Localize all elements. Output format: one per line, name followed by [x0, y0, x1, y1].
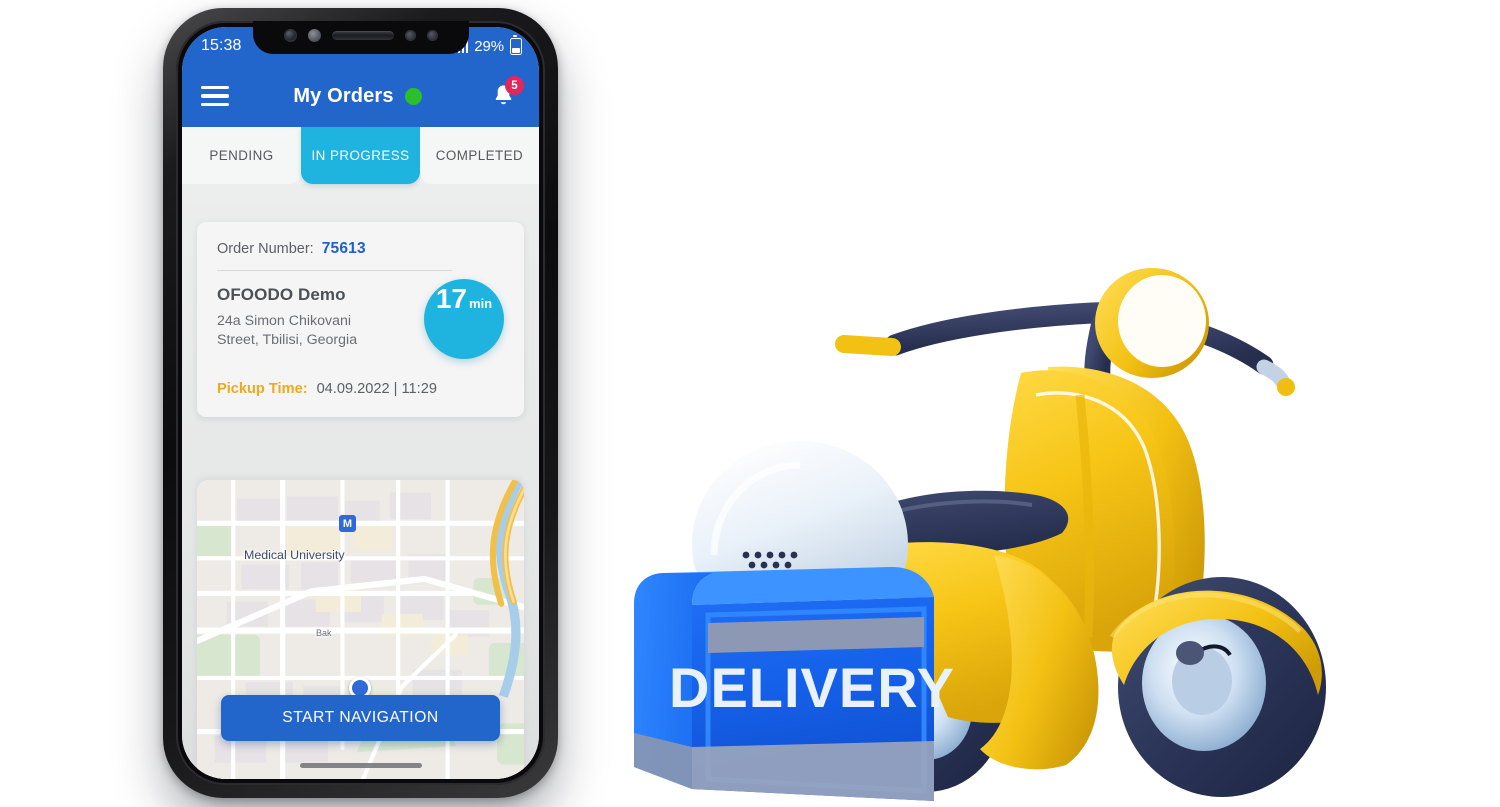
merchant-row: OFOODO Demo 24a Simon Chikovani Street, …	[217, 279, 504, 359]
order-status-tabs: PENDING IN PROGRESS COMPLETED	[182, 127, 539, 184]
eta-badge: 17 min	[424, 279, 504, 359]
delivery-box-text: DELIVERY	[669, 656, 955, 719]
online-status-dot	[404, 87, 422, 105]
pickup-time-value: 04.09.2022 | 11:29	[316, 381, 437, 397]
battery-percent-label: 29%	[474, 37, 504, 55]
proximity-sensor-icon	[404, 30, 416, 41]
home-indicator	[299, 763, 422, 768]
order-card[interactable]: Order Number: 75613 OFOODO Demo 24a Simo…	[197, 222, 524, 417]
order-number-label: Order Number:	[217, 241, 314, 257]
ambient-sensor-icon	[307, 29, 321, 42]
tab-in-progress[interactable]: IN PROGRESS	[301, 127, 420, 184]
phone-notch	[252, 21, 469, 54]
delivery-scooter-illustration: DELIVERY	[596, 255, 1356, 801]
order-number-value: 75613	[321, 240, 366, 257]
earpiece-speaker	[331, 31, 394, 40]
battery-icon	[510, 34, 522, 55]
start-navigation-button[interactable]: START NAVIGATION	[221, 695, 500, 741]
tab-pending[interactable]: PENDING	[182, 127, 301, 184]
ir-sensor-icon	[426, 30, 438, 41]
tab-completed[interactable]: COMPLETED	[420, 127, 539, 184]
page-title: My Orders	[293, 84, 394, 107]
merchant-address: 24a Simon Chikovani Street, Tbilisi, Geo…	[217, 313, 358, 348]
orders-content: Order Number: 75613 OFOODO Demo 24a Simo…	[182, 184, 539, 779]
front-camera-icon	[283, 29, 297, 42]
pickup-time-row: Pickup Time: 04.09.2022 | 11:29	[217, 381, 504, 397]
card-divider	[217, 270, 453, 271]
metro-station-badge[interactable]: M	[339, 515, 356, 532]
eta-unit: min	[469, 296, 493, 311]
scene-root: 15:38 29% My Orders 5 PENDING IN PROGRES…	[0, 0, 1500, 807]
delivery-box: DELIVERY	[634, 567, 955, 801]
delivery-map[interactable]: Bak Medical University Tbilisi Zoo M	[197, 480, 524, 779]
merchant-info: OFOODO Demo 24a Simon Chikovani Street, …	[217, 285, 392, 349]
status-bar-time: 15:38	[201, 37, 242, 54]
notification-badge: 5	[505, 76, 524, 95]
notifications-button[interactable]: 5	[486, 76, 524, 113]
headlight	[1095, 268, 1209, 378]
eta-value: 17	[435, 283, 468, 314]
app-bar: My Orders 5	[182, 65, 539, 127]
phone-device: 15:38 29% My Orders 5 PENDING IN PROGRES…	[163, 8, 558, 798]
app-bar-title-group: My Orders	[229, 85, 486, 108]
order-number-row: Order Number: 75613	[217, 240, 504, 258]
phone-screen: 15:38 29% My Orders 5 PENDING IN PROGRES…	[182, 27, 539, 779]
merchant-name: OFOODO Demo	[217, 285, 346, 304]
hamburger-menu-icon[interactable]	[201, 86, 229, 106]
phone-bezel: 15:38 29% My Orders 5 PENDING IN PROGRES…	[176, 21, 545, 785]
pickup-time-label: Pickup Time:	[217, 381, 308, 397]
